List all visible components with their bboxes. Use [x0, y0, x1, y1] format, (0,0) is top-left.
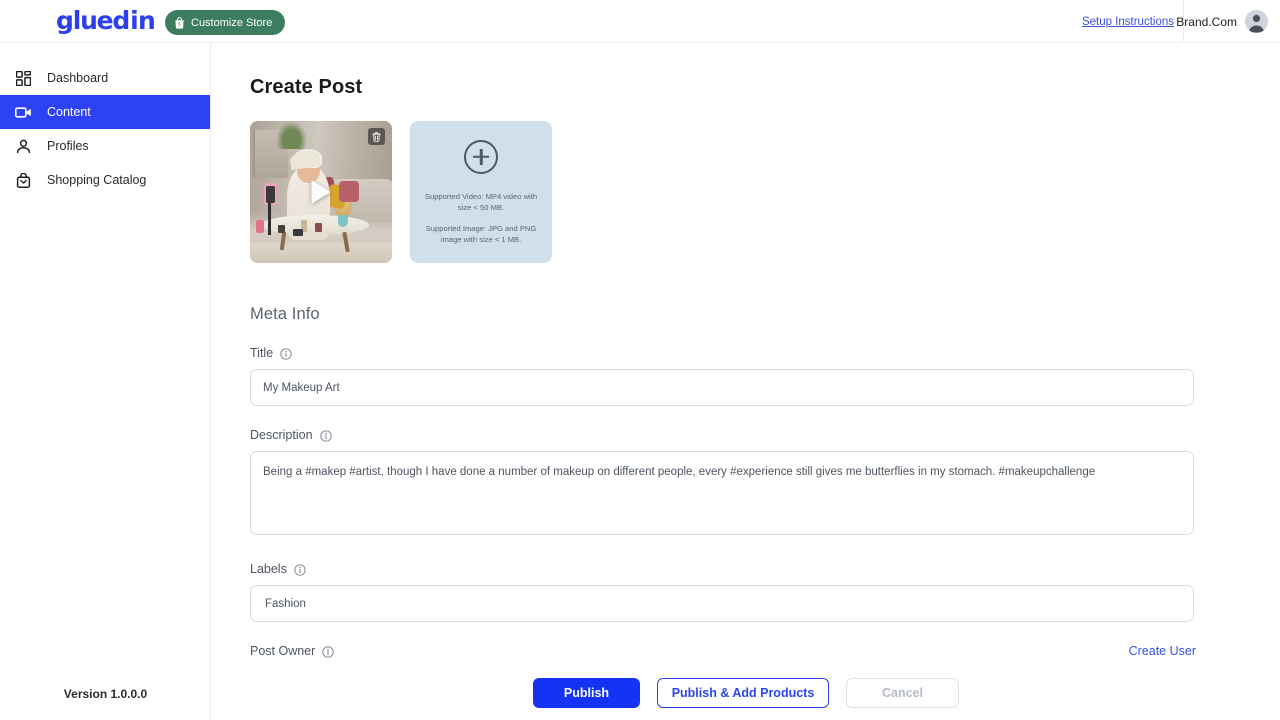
labels-label: Labels — [250, 562, 287, 576]
title-input[interactable] — [250, 369, 1194, 406]
field-labels: Labels — [250, 562, 1196, 622]
field-label-row: Labels — [250, 562, 1196, 576]
svg-text:S: S — [178, 21, 181, 26]
publish-add-products-button[interactable]: Publish & Add Products — [657, 678, 829, 708]
upload-media-card[interactable]: Supported Video: MP4 video with size < 5… — [410, 121, 552, 263]
field-title: Title — [250, 346, 1196, 406]
description-textarea[interactable] — [250, 451, 1194, 535]
info-circle-icon[interactable] — [322, 645, 334, 658]
customize-store-button[interactable]: S Customize Store — [165, 10, 286, 35]
user-avatar-icon[interactable] — [1245, 10, 1268, 33]
person-icon — [14, 137, 32, 155]
sidebar-item-label: Content — [47, 104, 91, 119]
form-action-bar: Publish Publish & Add Products Cancel — [212, 666, 1280, 720]
supported-image-text: Supported Image: JPG and PNG image with … — [425, 223, 537, 244]
field-description: Description — [250, 428, 1196, 540]
sidebar-item-content[interactable]: Content — [0, 95, 210, 129]
video-camera-icon — [14, 103, 32, 121]
cancel-button[interactable]: Cancel — [846, 678, 959, 708]
sidebar: Dashboard Content Profiles Shopping Cata… — [0, 43, 211, 720]
trash-icon — [372, 131, 381, 142]
grid-dashboard-icon — [14, 69, 32, 87]
labels-input[interactable] — [250, 585, 1194, 622]
publish-button[interactable]: Publish — [533, 678, 640, 708]
meta-info-heading: Meta Info — [250, 305, 320, 323]
page-title: Create Post — [250, 76, 363, 98]
version-label: Version 1.0.0.0 — [63, 687, 148, 701]
supported-video-text: Supported Video: MP4 video with size < 5… — [424, 191, 538, 212]
shopping-bag-icon: S — [174, 16, 185, 29]
field-label-row: Description — [250, 428, 1196, 442]
description-label: Description — [250, 428, 313, 442]
plus-circle-icon — [464, 139, 498, 174]
app-root: gluedin S Customize Store Setup Instruct… — [0, 0, 1280, 720]
top-header: gluedin S Customize Store Setup Instruct… — [0, 0, 1280, 43]
customize-store-label: Customize Store — [191, 16, 273, 29]
create-post-form: Create Post Supported Video: MP4 video w… — [212, 43, 1280, 720]
shopping-bag-icon — [14, 171, 32, 189]
info-circle-icon[interactable] — [280, 347, 292, 360]
sidebar-item-dashboard[interactable]: Dashboard — [0, 61, 210, 95]
sidebar-item-label: Dashboard — [47, 70, 109, 85]
sidebar-item-label: Profiles — [47, 138, 89, 153]
main-content: Create Post Supported Video: MP4 video w… — [212, 43, 1280, 720]
sidebar-item-shopping-catalog[interactable]: Shopping Catalog — [0, 163, 210, 197]
video-preview-card[interactable] — [250, 121, 392, 263]
brand-logo-part-a: glued — [56, 6, 130, 35]
info-circle-icon[interactable] — [294, 563, 306, 576]
user-menu[interactable]: Brand.Com — [1176, 10, 1268, 33]
user-name-label: Brand.Com — [1176, 14, 1237, 29]
sidebar-item-label: Shopping Catalog — [47, 172, 147, 187]
play-triangle-icon[interactable] — [311, 180, 331, 204]
delete-media-button[interactable] — [368, 128, 385, 145]
brand-logo[interactable]: gluedin — [56, 6, 156, 35]
setup-instructions-link[interactable]: Setup Instructions — [1082, 16, 1174, 28]
title-label: Title — [250, 346, 274, 360]
field-label-row: Title — [250, 346, 1196, 360]
create-user-link[interactable]: Create User — [1129, 644, 1196, 658]
sidebar-item-profiles[interactable]: Profiles — [0, 129, 210, 163]
media-upload-row: Supported Video: MP4 video with size < 5… — [250, 121, 1196, 263]
info-circle-icon[interactable] — [319, 429, 332, 442]
brand-logo-part-b: in — [130, 6, 156, 35]
field-label-row: Post Owner Create User — [250, 644, 1196, 658]
sidebar-nav: Dashboard Content Profiles Shopping Cata… — [0, 43, 210, 197]
post-owner-label: Post Owner — [250, 644, 316, 658]
